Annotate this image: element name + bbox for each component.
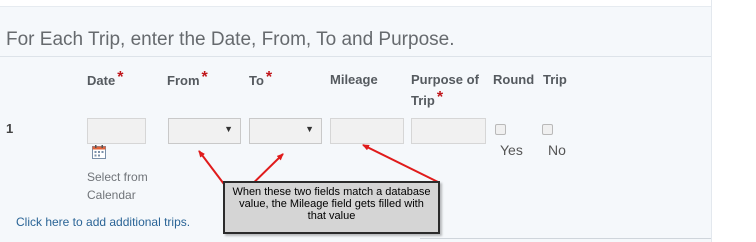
- annotation-callout: When these two fields match a database v…: [223, 181, 440, 234]
- arrow-to-mileage-field: [362, 144, 439, 183]
